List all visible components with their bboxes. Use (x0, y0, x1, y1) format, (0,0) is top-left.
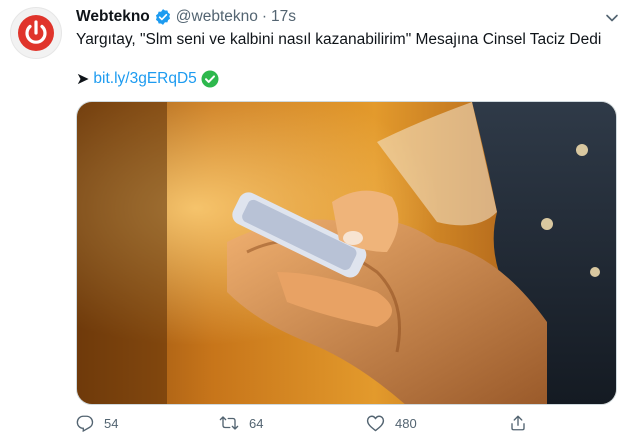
more-options-chevron-down-icon[interactable] (604, 10, 620, 31)
separator-dot: · (261, 8, 268, 25)
like-button[interactable]: 480 (366, 414, 417, 432)
retweet-button[interactable]: 64 (219, 414, 263, 432)
photo-hands-holding-phone (77, 102, 616, 404)
account-handle[interactable]: @webtekno (176, 8, 258, 26)
account-name[interactable]: Webtekno (76, 8, 150, 26)
green-check-icon (201, 70, 219, 88)
tweet-header: Webtekno @webtekno · 17s (76, 6, 296, 28)
arrow-pointer-icon: ➤ (76, 71, 90, 88)
tweet-link[interactable]: bit.ly/3gERqD5 (93, 70, 196, 88)
share-icon (511, 415, 525, 431)
power-icon (18, 15, 54, 51)
avatar[interactable] (10, 7, 62, 59)
like-count: 480 (395, 415, 417, 431)
tweet-actions: 54 64 480 (76, 414, 617, 442)
retweet-count: 64 (249, 415, 264, 431)
tweet-timestamp[interactable]: 17s (271, 8, 296, 26)
verified-badge-icon (154, 8, 172, 26)
reply-icon (76, 415, 94, 432)
tweet-media-photo[interactable] (76, 101, 617, 405)
heart-icon (366, 415, 385, 432)
reply-button[interactable]: 54 (76, 414, 118, 432)
retweet-icon (219, 416, 239, 430)
tweet-link-line: ➤ bit.ly/3gERqD5 (76, 69, 219, 89)
tweet-text: Yargıtay, "Slm seni ve kalbini nasıl kaz… (76, 31, 602, 48)
reply-count: 54 (104, 415, 119, 431)
share-button[interactable] (509, 414, 537, 432)
tweet[interactable]: Webtekno @webtekno · 17s Yargıtay, "Slm … (0, 0, 638, 446)
